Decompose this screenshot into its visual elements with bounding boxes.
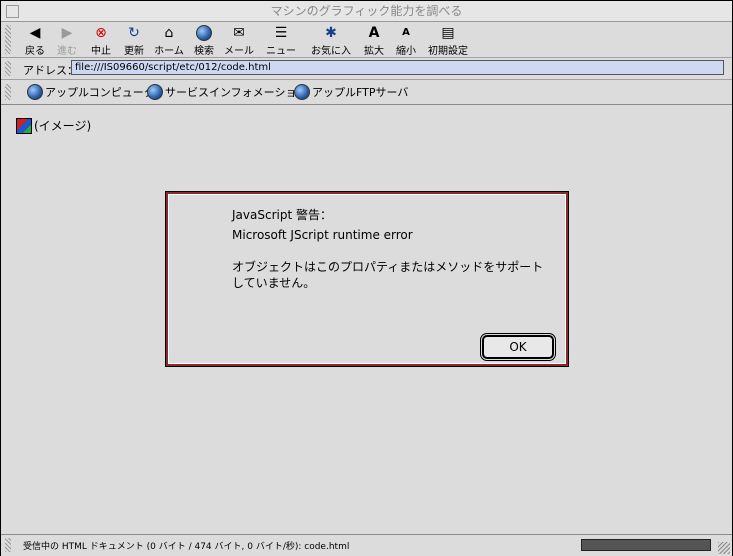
forward-button[interactable]: ▶ 進む	[53, 25, 81, 57]
javascript-alert-dialog: JavaScript 警告： Microsoft JScript runtime…	[165, 191, 569, 367]
image-placeholder: (イメージ)	[16, 117, 91, 134]
shrink-font-button[interactable]: A 縮小	[394, 25, 418, 57]
window-title: マシンのグラフィック能力を調べる	[270, 4, 463, 18]
home-button[interactable]: ⌂ ホーム	[153, 25, 185, 57]
favorites-icon: ✱	[325, 25, 337, 41]
globe-icon	[27, 84, 43, 100]
browser-window: マシンのグラフィック能力を調べる ◀ 戻る ▶ 進む ⊗ 中止 ↻ 更新 ⌂ ホ…	[0, 0, 733, 556]
ok-button[interactable]: OK	[482, 335, 554, 359]
favorite-apple-computer[interactable]: アップルコンピュータ	[27, 84, 155, 100]
mail-button[interactable]: ✉ メール	[223, 25, 255, 57]
close-box[interactable]	[6, 5, 19, 18]
news-icon: ☰	[274, 25, 288, 41]
status-text: 受信中の HTML ドキュメント (0 バイト / 474 バイト, 0 バイト…	[23, 542, 350, 552]
status-bar: 受信中の HTML ドキュメント (0 バイト / 474 バイト, 0 バイト…	[1, 534, 732, 556]
address-grip[interactable]	[5, 61, 11, 76]
toolbar-grip[interactable]	[5, 25, 11, 54]
refresh-icon: ↻	[128, 25, 140, 41]
search-globe-icon	[195, 25, 213, 41]
title-bar[interactable]: マシンのグラフィック能力を調べる	[1, 1, 732, 22]
enlarge-font-button[interactable]: A 拡大	[362, 25, 386, 57]
address-input[interactable]: file:///IS09660/script/etc/012/code.html	[71, 60, 724, 75]
enlarge-font-icon: A	[368, 25, 380, 41]
search-button[interactable]: 検索	[191, 25, 217, 57]
dialog-title: JavaScript 警告：	[232, 208, 332, 222]
stop-icon: ⊗	[95, 25, 107, 41]
address-bar: アドレス： file:///IS09660/script/etc/012/cod…	[1, 58, 732, 80]
address-label: アドレス：	[23, 64, 78, 77]
stop-button[interactable]: ⊗ 中止	[87, 25, 115, 57]
resize-grip[interactable]	[718, 542, 730, 554]
preferences-icon: ▤	[441, 25, 455, 41]
status-grip	[5, 538, 11, 552]
refresh-button[interactable]: ↻ 更新	[119, 25, 149, 57]
dialog-message: オブジェクトはこのプロパティまたはメソッドをサポートしていません。	[232, 260, 544, 290]
favorite-apple-ftp-server[interactable]: アップルFTPサーバ	[294, 84, 408, 100]
progress-bar	[581, 539, 711, 551]
shrink-font-icon: A	[402, 27, 410, 38]
favorite-service-information[interactable]: サービスインフォメーション	[147, 84, 307, 100]
globe-icon	[294, 84, 310, 100]
back-arrow-icon: ◀	[29, 25, 41, 41]
preferences-button[interactable]: ▤ 初期設定	[428, 25, 468, 57]
home-icon: ⌂	[164, 25, 174, 41]
favorites-bar: アップルコンピュータ サービスインフォメーション アップルFTPサーバ	[1, 80, 732, 105]
back-button[interactable]: ◀ 戻る	[21, 25, 49, 57]
toolbar: ◀ 戻る ▶ 進む ⊗ 中止 ↻ 更新 ⌂ ホーム 検索 ✉ メール ☰ ニュー…	[1, 22, 732, 72]
dialog-error: Microsoft JScript runtime error	[232, 228, 413, 242]
forward-arrow-icon: ▶	[61, 25, 73, 41]
globe-icon	[147, 84, 163, 100]
mail-icon: ✉	[233, 25, 245, 41]
broken-image-icon	[16, 117, 32, 134]
favorites-grip[interactable]	[5, 84, 11, 100]
